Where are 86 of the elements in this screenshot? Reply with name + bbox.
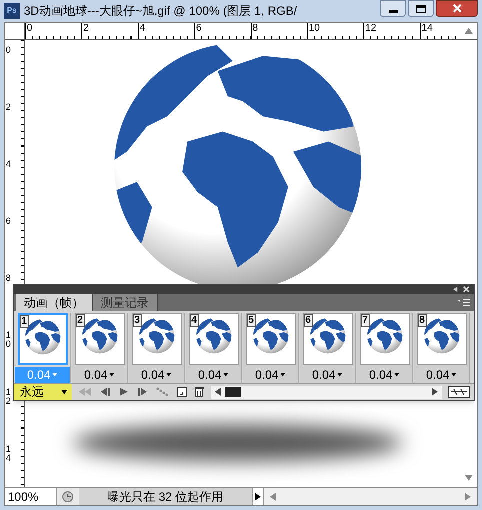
- ruler-label: 6: [194, 23, 202, 39]
- caret-icon: [450, 372, 457, 378]
- minimize-button[interactable]: [380, 0, 406, 17]
- status-menu-button[interactable]: [252, 488, 264, 505]
- horizontal-scrollbar[interactable]: [264, 488, 477, 505]
- app-icon: Ps: [4, 3, 20, 19]
- caret-icon: [336, 372, 343, 378]
- left-arrow-icon: [213, 387, 223, 397]
- frame-number: 8: [418, 314, 428, 327]
- ruler-label: 10: [307, 23, 320, 39]
- frame-cell[interactable]: 8 0.04: [414, 313, 470, 383]
- frame-delay[interactable]: 0.04: [300, 367, 355, 383]
- right-arrow-icon: [463, 492, 473, 502]
- frame-cell[interactable]: 5 0.04: [243, 313, 299, 383]
- ruler-label: 2: [6, 103, 12, 112]
- close-icon: [452, 4, 462, 13]
- frame-cell[interactable]: 6 0.04: [300, 313, 356, 383]
- ruler-label: 12: [6, 388, 12, 406]
- down-arrow-icon: [464, 473, 474, 483]
- globe-drawing: [424, 318, 460, 354]
- frame-number: 4: [190, 314, 200, 327]
- frame-number: 2: [76, 314, 86, 327]
- right-arrow-icon: [430, 387, 440, 397]
- ruler-label: 0: [25, 23, 33, 39]
- frame-number: 7: [360, 314, 370, 327]
- frame-number: 5: [246, 314, 256, 327]
- caret-icon: [52, 372, 58, 378]
- globe-drawing: [252, 318, 288, 354]
- caret-icon: [280, 372, 286, 378]
- maximize-icon: [416, 4, 426, 12]
- frame-number: 3: [132, 314, 142, 327]
- caret-icon: [394, 372, 400, 378]
- clock-icon: [62, 490, 74, 502]
- frame-cell[interactable]: 1 0.04: [15, 313, 71, 383]
- frame-delay[interactable]: 0.04: [72, 367, 127, 383]
- frame-delay[interactable]: 0.04: [186, 367, 241, 383]
- scroll-thumb[interactable]: [225, 387, 241, 397]
- left-arrow-icon: [268, 492, 278, 502]
- panel-menu-icon[interactable]: [458, 299, 470, 307]
- ruler-label: 0: [6, 46, 12, 55]
- ruler-label: 4: [138, 23, 146, 39]
- ruler-label: 4: [6, 160, 12, 169]
- globe-drawing: [82, 318, 118, 354]
- frame-cell[interactable]: 7 0.04: [357, 313, 413, 383]
- ruler-label: 8: [250, 23, 258, 39]
- zoom-field[interactable]: 100%: [5, 488, 57, 505]
- globe-drawing: [138, 318, 174, 354]
- new-frame-icon[interactable]: [176, 386, 188, 398]
- status-message: 曝光只在 32 位起作用: [79, 488, 252, 505]
- frame-delay[interactable]: 0.04: [129, 367, 184, 383]
- frame-cell[interactable]: 3 0.04: [129, 313, 185, 383]
- frame-cell[interactable]: 2 0.04: [72, 313, 128, 383]
- caret-icon: [166, 372, 172, 378]
- ruler-label: 14: [420, 23, 433, 39]
- ruler-label: 2: [81, 23, 89, 39]
- globe-drawing: [310, 318, 346, 354]
- frame-cell[interactable]: 4 0.04: [186, 313, 242, 383]
- close-icon[interactable]: [463, 286, 470, 293]
- window-title: 3D动画地球---大眼仔~旭.gif @ 100% (图层 1, RGB/: [24, 3, 298, 20]
- panel-tab[interactable]: 动画（帧）: [16, 294, 93, 311]
- up-arrow-icon: [464, 26, 474, 36]
- minimize-icon: [388, 10, 398, 13]
- play-icon[interactable]: [118, 387, 130, 397]
- ruler-label: 10: [6, 331, 12, 349]
- trash-icon[interactable]: [194, 386, 205, 398]
- panel-tab[interactable]: 测量记录: [93, 294, 158, 311]
- frame-delay[interactable]: 0.04: [357, 367, 412, 383]
- frame-scrollbar[interactable]: [211, 386, 442, 398]
- loop-dropdown[interactable]: 永远: [14, 384, 72, 400]
- frame-number: 6: [304, 314, 314, 327]
- caret-icon: [108, 372, 115, 378]
- convert-timeline-icon[interactable]: [448, 386, 470, 398]
- ruler-label: 6: [6, 217, 12, 226]
- frame-delay[interactable]: 0.04: [414, 367, 469, 383]
- frame-number: 1: [20, 315, 30, 328]
- caret-icon: [222, 372, 229, 378]
- ruler-label: 12: [363, 23, 377, 39]
- play-icon: [253, 492, 263, 502]
- ruler-label: 8: [6, 274, 12, 283]
- frame-delay[interactable]: 0.04: [243, 367, 298, 383]
- ruler-label: 14: [6, 445, 12, 463]
- globe-drawing: [196, 318, 232, 354]
- globe-drawing: [366, 318, 402, 354]
- maximize-button[interactable]: [408, 0, 434, 17]
- close-button[interactable]: [436, 0, 478, 17]
- caret-icon: [61, 388, 68, 396]
